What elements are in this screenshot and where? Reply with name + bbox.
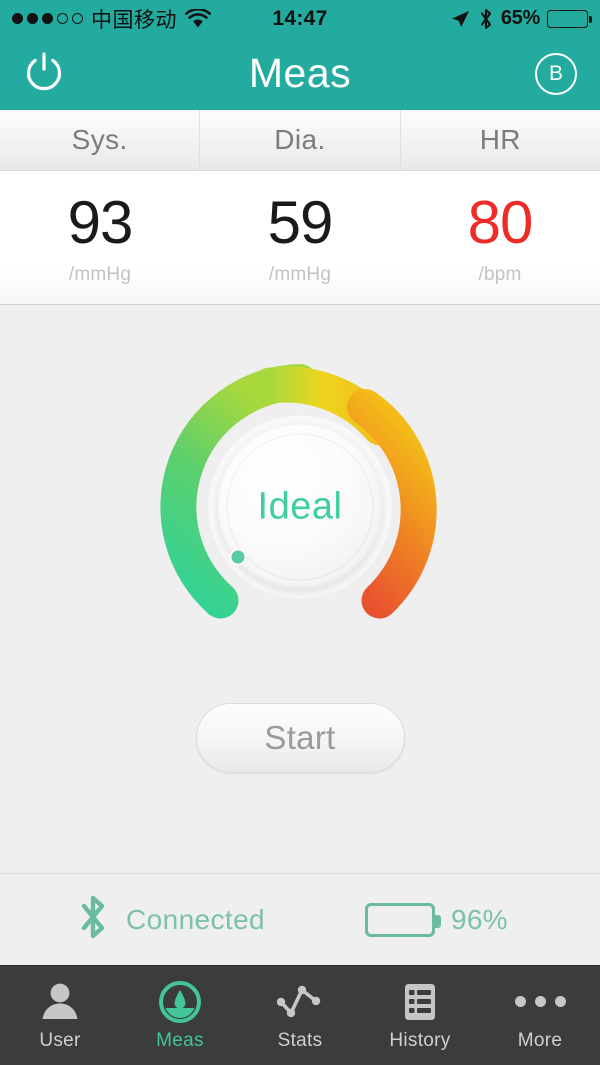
power-icon	[21, 48, 67, 99]
tab-bar: User Meas Stats History More	[0, 965, 600, 1065]
user-icon	[38, 980, 82, 1024]
tab-more-label: More	[517, 1029, 563, 1051]
reading-value-dia: 59	[267, 189, 334, 256]
reading-cell-sys: 93 /mmHg	[0, 171, 200, 304]
readings-header-row: Sys. Dia. HR	[0, 110, 600, 171]
signal-strength-icon	[12, 13, 83, 24]
reading-header-sys: Sys.	[71, 124, 128, 155]
carrier-label: 中国移动	[91, 8, 177, 32]
power-button[interactable]	[18, 48, 70, 100]
blood-pressure-gauge: Ideal	[150, 357, 450, 657]
tab-history[interactable]: History	[360, 966, 480, 1065]
tab-more[interactable]: More	[480, 966, 600, 1065]
battery-icon	[365, 902, 442, 937]
reading-header-hr: HR	[399, 110, 600, 170]
app-root: 中国移动 14:47 65% Meas B Sys. Dia. HR 93 /m…	[0, 0, 600, 1065]
readings-panel: Sys. Dia. HR 93 /mmHg 59 /mmHg 80 /bpm	[0, 110, 600, 305]
location-arrow-icon	[450, 9, 470, 29]
bluetooth-icon	[78, 893, 108, 946]
navigation-bar: Meas B	[0, 37, 600, 110]
gauge-knob: Ideal	[217, 424, 383, 590]
start-button-wrap: Start	[0, 703, 600, 773]
gauge-status-label: Ideal	[257, 485, 343, 528]
reading-unit-dia: /mmHg	[268, 264, 332, 285]
tab-history-label: History	[389, 1029, 451, 1051]
device-battery-label: 96%	[451, 903, 508, 935]
wifi-icon	[185, 7, 211, 29]
tab-user[interactable]: User	[0, 966, 120, 1065]
status-bar: 中国移动 14:47 65%	[0, 0, 600, 37]
gauge-icon	[158, 980, 202, 1024]
reading-unit-hr: /bpm	[478, 264, 522, 285]
device-status-strip: Connected 96%	[0, 873, 600, 965]
bluetooth-toggle-button[interactable]: B	[530, 48, 582, 100]
readings-value-row: 93 /mmHg 59 /mmHg 80 /bpm	[0, 171, 600, 305]
reading-unit-sys: /mmHg	[68, 264, 132, 285]
reading-cell-hr: 80 /bpm	[400, 171, 600, 304]
gauge-pointer-dot	[231, 550, 245, 564]
reading-cell-dia: 59 /mmHg	[200, 171, 400, 304]
reading-value-hr: 80	[467, 189, 534, 256]
list-icon	[400, 980, 440, 1024]
status-bar-right: 65%	[328, 7, 592, 30]
tab-stats[interactable]: Stats	[240, 966, 360, 1065]
tab-meas-label: Meas	[156, 1029, 204, 1051]
clock-label: 14:47	[272, 6, 328, 30]
connection-status-label: Connected	[126, 903, 266, 935]
circle-b-icon: B	[535, 52, 577, 95]
device-battery-status: 96%	[365, 902, 508, 937]
tab-user-label: User	[39, 1029, 81, 1051]
reading-value-sys: 93	[67, 189, 134, 256]
tab-meas[interactable]: Meas	[120, 966, 240, 1065]
bluetooth-icon	[479, 8, 493, 30]
status-battery-icon	[547, 9, 592, 28]
reading-header-dia: Dia.	[199, 110, 399, 170]
page-title: Meas	[248, 50, 352, 96]
start-button[interactable]: Start	[195, 703, 405, 773]
ellipsis-icon	[514, 980, 566, 1024]
tab-stats-label: Stats	[277, 1029, 323, 1051]
gauge-area: Ideal Start	[0, 305, 600, 873]
status-battery-label: 65%	[500, 7, 540, 29]
line-chart-icon	[276, 980, 324, 1024]
status-bar-left: 中国移动	[12, 4, 272, 34]
connection-status: Connected	[78, 893, 265, 946]
